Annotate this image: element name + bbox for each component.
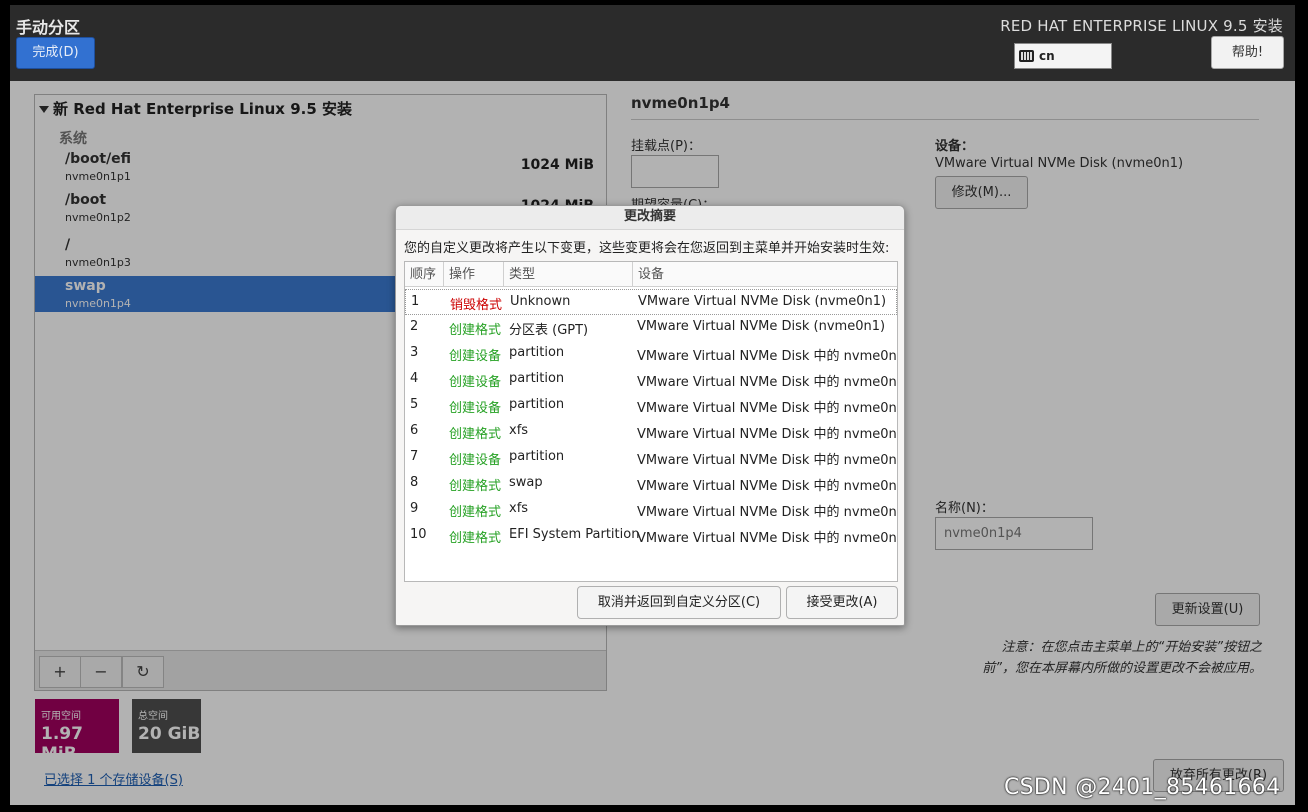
row-type: partition (509, 449, 565, 464)
column-header-action[interactable]: 操作 (444, 262, 504, 287)
row-type: Unknown (510, 294, 571, 309)
product-title: RED HAT ENTERPRISE LINUX 9.5 安装 (1000, 17, 1283, 35)
table-row[interactable]: 7 创建设备 partition VMware Virtual NVMe Disk 中… (405, 445, 897, 471)
row-type: swap (509, 475, 543, 490)
row-device: VMware Virtual NVMe Disk 中的 nvme0n1p2 (637, 375, 898, 390)
row-type: xfs (509, 501, 529, 516)
row-order: 6 (410, 423, 419, 438)
accept-changes-button[interactable]: 接受更改(A) (786, 586, 898, 619)
table-row[interactable]: 1 销毁格式 Unknown VMware Virtual NVMe Disk (nv… (405, 289, 897, 315)
help-button[interactable]: 帮助! (1211, 36, 1284, 69)
row-action: 创建格式 (449, 323, 502, 338)
row-device: VMware Virtual NVMe Disk 中的 nvme0n1p1 (637, 531, 898, 546)
row-device: VMware Virtual NVMe Disk 中的 nvme0n1p3 (637, 401, 898, 416)
row-order: 10 (410, 527, 427, 542)
keyboard-icon (1019, 50, 1034, 62)
row-action: 创建设备 (449, 375, 502, 390)
change-summary-dialog: 更改摘要 您的自定义更改将产生以下变更，这些变更将会在您返回到主菜单并开始安装时… (395, 205, 905, 626)
row-action: 创建设备 (449, 349, 502, 364)
row-device: VMware Virtual NVMe Disk 中的 nvme0n1p3 (637, 427, 898, 442)
row-order: 9 (410, 501, 419, 516)
row-order: 7 (410, 449, 419, 464)
table-row[interactable]: 4 创建设备 partition VMware Virtual NVMe Disk 中… (405, 367, 897, 393)
dialog-title: 更改摘要 (396, 206, 904, 230)
table-row[interactable]: 8 创建格式 swap VMware Virtual NVMe Disk 中的 nvm… (405, 471, 897, 497)
row-order: 1 (411, 294, 420, 309)
row-action: 创建设备 (449, 453, 502, 468)
row-device: VMware Virtual NVMe Disk (nvme0n1) (638, 294, 887, 309)
row-type: partition (509, 345, 565, 360)
row-device: VMware Virtual NVMe Disk 中的 nvme0n1p4 (637, 453, 898, 468)
row-action: 销毁格式 (450, 298, 503, 313)
keyboard-layout-label: cn (1039, 49, 1055, 63)
column-header-type[interactable]: 类型 (504, 262, 633, 287)
table-row[interactable]: 5 创建设备 partition VMware Virtual NVMe Disk 中… (405, 393, 897, 419)
row-action: 创建格式 (449, 531, 502, 546)
keyboard-layout-indicator[interactable]: cn (1014, 43, 1112, 69)
row-device: VMware Virtual NVMe Disk (nvme0n1) (637, 319, 886, 334)
row-action: 创建格式 (449, 479, 502, 494)
row-order: 2 (410, 319, 419, 334)
row-order: 8 (410, 475, 419, 490)
row-action: 创建设备 (449, 401, 502, 416)
changes-table: 顺序 操作 类型 设备 1 销毁格式 Unknown VMware Virtual N… (404, 261, 898, 582)
row-type: partition (509, 397, 565, 412)
row-device: VMware Virtual NVMe Disk 中的 nvme0n1p4 (637, 479, 898, 494)
column-header-device[interactable]: 设备 (633, 262, 897, 287)
cancel-return-button[interactable]: 取消并返回到自定义分区(C) (577, 586, 781, 619)
row-type: xfs (509, 423, 529, 438)
row-device: VMware Virtual NVMe Disk 中的 nvme0n1p1 (637, 349, 898, 364)
row-order: 4 (410, 371, 419, 386)
dialog-message: 您的自定义更改将产生以下变更，这些变更将会在您返回到主菜单并开始安装时生效: (404, 241, 890, 256)
done-button[interactable]: 完成(D) (16, 37, 95, 69)
row-action: 创建格式 (449, 427, 502, 442)
table-row[interactable]: 9 创建格式 xfs VMware Virtual NVMe Disk 中的 nvme… (405, 497, 897, 523)
row-order: 5 (410, 397, 419, 412)
row-action: 创建格式 (449, 505, 502, 520)
table-row[interactable]: 2 创建格式 分区表 (GPT) VMware Virtual NVMe Disk (… (405, 315, 897, 341)
watermark: CSDN @2401_85461664 (1004, 775, 1281, 800)
header-bar: 手动分区 完成(D) RED HAT ENTERPRISE LINUX 9.5 … (10, 5, 1295, 81)
table-row[interactable]: 10 创建格式 EFI System Partition VMware Virtual… (405, 523, 897, 549)
row-device: VMware Virtual NVMe Disk 中的 nvme0n1p2 (637, 505, 898, 520)
page-title: 手动分区 (16, 18, 81, 37)
table-row[interactable]: 3 创建设备 partition VMware Virtual NVMe Disk 中… (405, 341, 897, 367)
row-type: EFI System Partition (509, 527, 640, 542)
row-type: 分区表 (GPT) (509, 323, 589, 338)
column-header-order[interactable]: 顺序 (405, 262, 444, 287)
row-order: 3 (410, 345, 419, 360)
row-type: partition (509, 371, 565, 386)
table-row[interactable]: 6 创建格式 xfs VMware Virtual NVMe Disk 中的 nvme… (405, 419, 897, 445)
